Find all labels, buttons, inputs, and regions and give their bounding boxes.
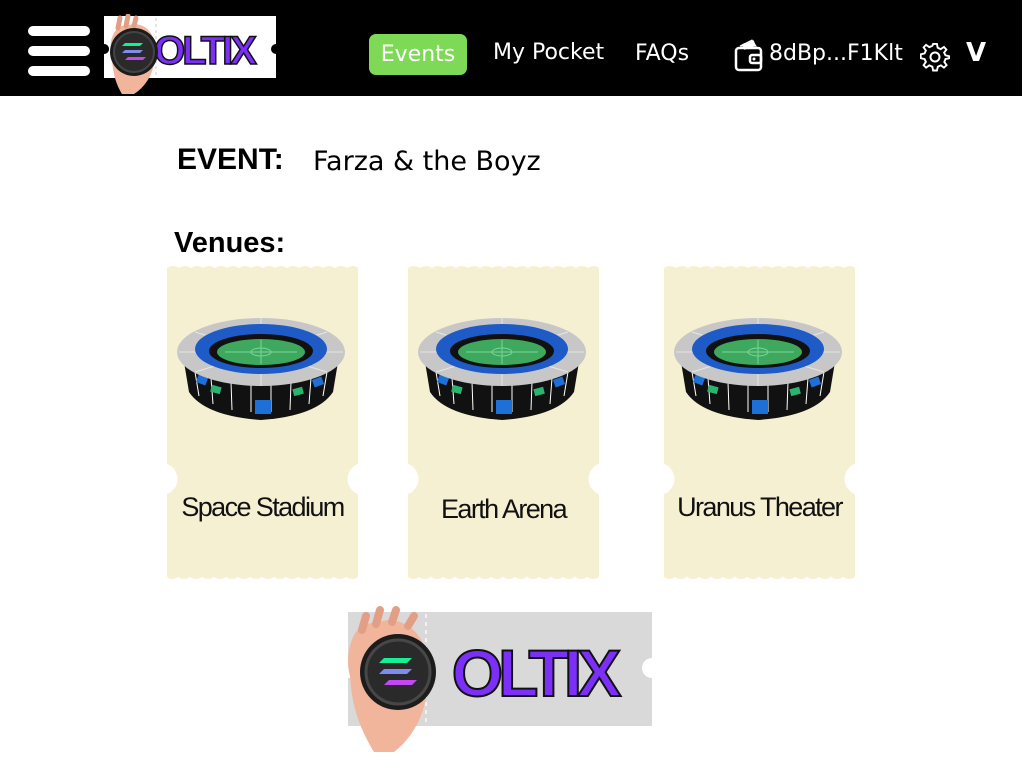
venue-card-uranus-theater[interactable]: Uranus Theater <box>664 264 855 581</box>
stadium-icon <box>416 312 588 424</box>
nav-tab-events-label: Events <box>380 42 456 67</box>
brand-logo[interactable]: OLTIX <box>99 13 281 96</box>
top-navbar: OLTIX Events My Pocket FAQs 8dBp...F1Klt <box>0 0 1022 96</box>
venue-name: Space Stadium <box>181 492 345 522</box>
brand-logo-large: OLTIX <box>340 606 660 756</box>
chevron-down-icon[interactable]: V <box>966 38 986 68</box>
wallet-address[interactable]: 8dBp...F1Klt <box>769 41 903 66</box>
menu-icon[interactable] <box>28 26 90 78</box>
venue-name: Uranus Theater <box>677 492 843 522</box>
nav-link-faqs[interactable]: FAQs <box>635 41 689 66</box>
nav-link-my-pocket[interactable]: My Pocket <box>493 40 604 65</box>
event-label: EVENT: <box>177 143 284 176</box>
venue-card-earth-arena[interactable]: Earth Arena <box>408 264 599 581</box>
event-header: EVENT: Farza & the Boyz <box>177 143 541 177</box>
venue-card-space-stadium[interactable]: Space Stadium <box>167 264 358 581</box>
brand-logo-large-text: OLTIX <box>452 636 621 710</box>
gear-icon[interactable] <box>919 42 951 72</box>
event-name: Farza & the Boyz <box>313 146 541 177</box>
nav-tab-events[interactable]: Events <box>369 34 467 75</box>
brand-logo-text: OLTIX <box>154 29 257 73</box>
stadium-icon <box>175 312 347 424</box>
wallet-icon[interactable] <box>734 38 764 72</box>
venues-heading: Venues: <box>174 227 286 259</box>
stadium-icon <box>672 312 844 424</box>
venue-name: Earth Arena <box>441 494 568 524</box>
